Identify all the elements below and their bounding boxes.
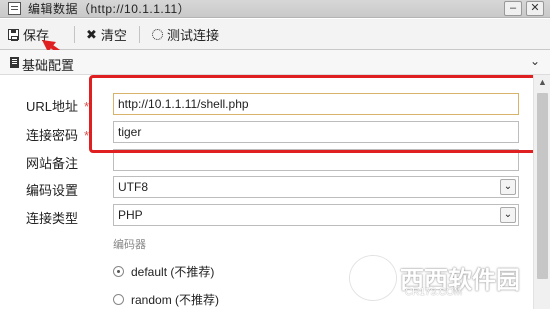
x-icon: ✖ [86,26,97,42]
encoder-option-label: random (不推荐) [131,293,220,307]
url-label: URL地址 * [26,99,90,114]
floppy-disk-icon [8,28,19,41]
encoding-label: 编码设置 [26,183,79,198]
section-title: 基础配置 [22,58,75,73]
radio-selected-icon[interactable] [113,266,124,277]
radio-unselected-icon[interactable] [113,294,124,305]
annotation-highlight-box [89,75,541,153]
clear-button-label: 清空 [100,27,127,43]
note-label: 网站备注 [26,156,79,171]
section-header-basic-config[interactable]: 基础配置 ⌄ [0,50,550,75]
encoding-select[interactable]: UTF8 ⌄ [113,176,519,198]
watermark-url: CR173.COM [405,287,463,298]
encoding-value: UTF8 [118,180,148,194]
chevron-down-icon[interactable]: ⌄ [530,54,540,68]
minimize-button[interactable]: – [504,1,522,16]
chevron-down-icon[interactable]: ⌄ [500,179,516,195]
encoder-option-default[interactable]: default (不推荐) [113,263,214,280]
type-label: 连接类型 [26,211,79,226]
scrollbar-thumb[interactable] [537,93,548,279]
encoder-option-label: default (不推荐) [131,265,215,279]
encoder-heading: 编码器 [113,239,146,251]
toolbar-divider [139,26,140,43]
scroll-up-arrow-icon[interactable]: ▲ [534,77,550,91]
edit-window-icon [8,2,21,15]
password-label: 连接密码 * [26,128,90,143]
window-titlebar: 编辑数据（http://10.1.1.11） – ✕ [0,0,550,18]
clear-button[interactable]: ✖ 清空 [86,24,127,44]
test-connection-label: 测试连接 [167,27,220,43]
toolbar: 保存 ✖ 清空 测试连接 [0,19,550,50]
type-value: PHP [118,208,143,222]
test-connection-button[interactable]: 测试连接 [152,24,219,44]
close-button[interactable]: ✕ [526,1,544,16]
watermark: 西西软件园 CR173.COM [350,256,545,306]
encoder-option-random[interactable]: random (不推荐) [113,291,219,308]
watermark-logo-icon [350,256,396,300]
document-icon [10,57,19,68]
chevron-down-icon[interactable]: ⌄ [500,207,516,223]
type-select[interactable]: PHP ⌄ [113,204,519,226]
window-title: 编辑数据（http://10.1.1.11） [28,2,191,16]
loading-circle-icon [152,28,163,40]
